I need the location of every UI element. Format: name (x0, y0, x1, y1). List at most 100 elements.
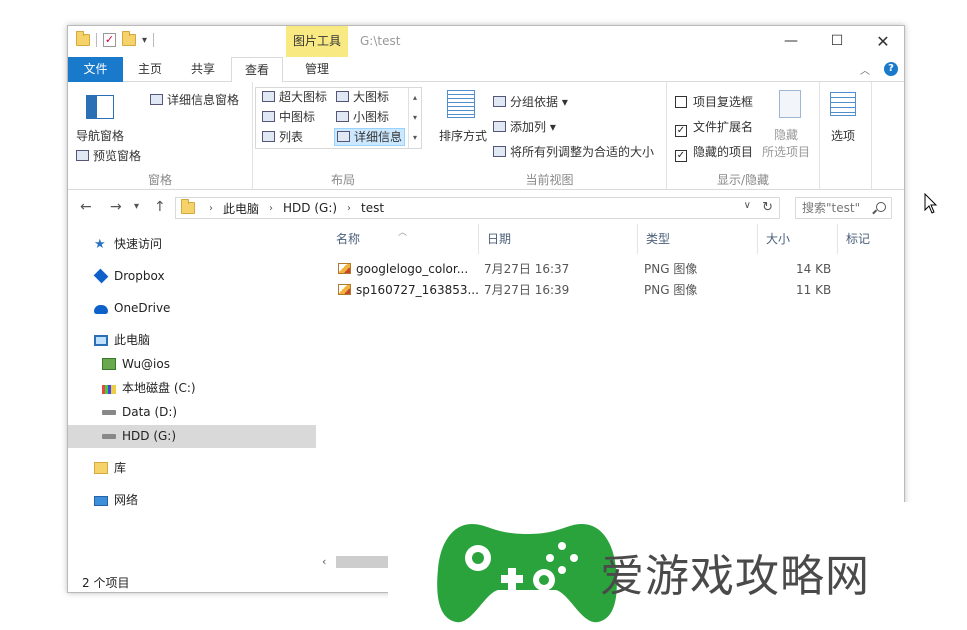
extra-large-icons-icon (262, 91, 275, 102)
file-name[interactable]: sp160727_163853... (338, 280, 479, 301)
layout-label: 列表 (279, 130, 304, 144)
preview-pane-button[interactable]: 预览窗格 (76, 147, 141, 164)
close-button[interactable]: ✕ (860, 26, 904, 57)
nav-item-hdd-g[interactable]: HDD (G:) (68, 425, 316, 448)
search-icon[interactable] (876, 202, 886, 212)
nav-label: Data (D:) (122, 405, 178, 419)
address-bar[interactable]: › 此电脑 › HDD (G:) › test ∨ ↻ (175, 197, 780, 219)
network-icon (94, 496, 108, 506)
nav-item-dropbox[interactable]: Dropbox (68, 265, 316, 288)
details-pane-button[interactable]: 详细信息窗格 (150, 91, 239, 108)
column-header-tags[interactable]: 标记 (838, 224, 904, 254)
column-header-name[interactable]: ︿ 名称 (328, 224, 479, 254)
hidden-items-checkbox[interactable]: ✓ (675, 150, 687, 162)
tab-view[interactable]: 查看 (231, 57, 283, 83)
column-label: 标记 (846, 232, 871, 246)
file-name[interactable]: googlelogo_color... (338, 259, 468, 280)
size-all-columns-button[interactable]: 将所有列调整为合适的大小 (493, 143, 654, 160)
layout-label: 超大图标 (279, 90, 328, 104)
navigation-pane-button[interactable]: 导航窗格 (76, 127, 124, 144)
small-icons-icon (336, 111, 349, 122)
column-header-type[interactable]: 类型 (638, 224, 758, 254)
chevron-right-icon[interactable]: › (347, 203, 351, 214)
column-label: 大小 (766, 232, 791, 246)
hide-selected-label: 所选项目 (762, 145, 811, 159)
minimize-button[interactable]: — (768, 26, 814, 57)
nav-item-local-disk-c[interactable]: 本地磁盘 (C:) (68, 377, 316, 400)
tab-share[interactable]: 共享 (180, 57, 226, 82)
refresh-icon[interactable]: ↻ (762, 200, 773, 215)
nav-item-libraries[interactable]: 库 (68, 457, 316, 480)
chevron-right-icon[interactable]: › (269, 203, 273, 214)
properties-icon[interactable]: ✓ (103, 33, 116, 47)
column-label: 名称 (336, 232, 361, 246)
nav-item-data-d[interactable]: Data (D:) (68, 401, 316, 424)
preview-pane-label: 预览窗格 (93, 149, 142, 163)
options-icon[interactable] (830, 92, 856, 116)
hidden-items-toggle[interactable]: ✓ 隐藏的项目 (675, 143, 753, 162)
chevron-down-icon[interactable]: ∨ (744, 200, 751, 211)
breadcrumb-hdd-g[interactable]: HDD (G:) (283, 201, 337, 215)
cloud-icon (94, 305, 108, 314)
maximize-button[interactable]: ☐ (814, 26, 860, 57)
layout-label: 大图标 (353, 90, 390, 104)
chevron-left-icon[interactable]: ‹ (322, 555, 326, 568)
item-checkboxes-toggle[interactable]: 项目复选框 (675, 93, 753, 110)
file-extensions-checkbox[interactable]: ✓ (675, 125, 687, 137)
options-button[interactable]: 选项 (831, 127, 855, 144)
layout-label: 小图标 (353, 110, 390, 124)
column-header-date[interactable]: 日期 (479, 224, 638, 254)
recent-locations-icon[interactable]: ▾ (134, 201, 139, 212)
file-extensions-toggle[interactable]: ✓ 文件扩展名 (675, 118, 753, 137)
group-by-icon (493, 96, 506, 107)
nav-item-wu-ios[interactable]: Wu@ios (68, 353, 316, 376)
sort-by-button[interactable]: 排序方式 (439, 127, 487, 144)
nav-item-quick-access[interactable]: ★ 快速访问 (68, 233, 316, 256)
help-icon[interactable]: ? (884, 62, 898, 76)
column-header-size[interactable]: 大小 (758, 224, 838, 254)
layout-list[interactable]: 列表 (262, 129, 303, 147)
group-show-hide: 项目复选框 ✓ 文件扩展名 ✓ 隐藏的项目 隐藏 所选项目 显示/隐藏 (667, 82, 820, 190)
windows-drive-icon (102, 385, 116, 394)
back-arrow-icon[interactable]: ← (80, 199, 92, 215)
forward-arrow-icon[interactable]: → (110, 199, 122, 215)
tab-home[interactable]: 主页 (128, 57, 172, 82)
new-folder-icon[interactable] (122, 31, 136, 46)
hidden-items-label: 隐藏的项目 (693, 145, 754, 159)
layout-gallery-scroll[interactable]: ▴ ▾ ▾ (408, 88, 421, 148)
tab-manage[interactable]: 管理 (286, 57, 348, 82)
sort-by-icon[interactable] (447, 90, 475, 118)
table-row[interactable]: googlelogo_color... 7月27日 16:37 PNG 图像 1… (328, 259, 904, 280)
layout-large-icons[interactable]: 大图标 (336, 89, 389, 107)
title-bar: ✓ ▾ 图片工具 G:\test — ☐ ✕ (68, 26, 904, 57)
nav-label: 库 (114, 461, 127, 475)
customize-toolbar-icon[interactable]: ▾ (142, 35, 147, 46)
layout-gallery: 超大图标 大图标 中图标 小图标 列表 详细信息 ▴ ▾ ▾ (255, 87, 422, 149)
navigation-pane-icon[interactable] (86, 95, 114, 119)
ribbon: 导航窗格 详细信息窗格 预览窗格 窗格 布局 超大图标 大图标 中图标 小图标 … (68, 82, 904, 190)
item-checkboxes-checkbox[interactable] (675, 96, 687, 108)
search-input[interactable]: 搜索"test" (795, 197, 892, 219)
breadcrumb-this-pc[interactable]: 此电脑 (223, 200, 259, 217)
nav-item-network[interactable]: 网络 (68, 489, 316, 512)
layout-small-icons[interactable]: 小图标 (336, 109, 389, 127)
up-arrow-icon[interactable]: ↑ (154, 199, 166, 215)
tab-file[interactable]: 文件 (68, 57, 123, 82)
chevron-up-icon[interactable]: ︿ (860, 62, 870, 77)
nav-item-this-pc[interactable]: 此电脑 (68, 329, 316, 352)
nav-item-onedrive[interactable]: OneDrive (68, 297, 316, 320)
add-columns-button[interactable]: 添加列 ▾ (493, 118, 556, 135)
medium-icons-icon (262, 111, 275, 122)
chevron-right-icon[interactable]: › (209, 203, 213, 214)
folder-icon[interactable] (76, 31, 90, 46)
group-label-panes: 窗格 (147, 173, 172, 187)
layout-extra-large-icons[interactable]: 超大图标 (262, 89, 327, 107)
layout-details[interactable]: 详细信息 (334, 128, 406, 146)
group-by-label: 分组依据 (510, 95, 559, 109)
breadcrumb-test[interactable]: test (361, 201, 384, 215)
hide-button[interactable]: 隐藏 (774, 126, 798, 143)
details-icon (337, 131, 350, 142)
group-by-button[interactable]: 分组依据 ▾ (493, 93, 568, 110)
layout-medium-icons[interactable]: 中图标 (262, 109, 315, 127)
table-row[interactable]: sp160727_163853... 7月27日 16:39 PNG 图像 11… (328, 280, 904, 301)
